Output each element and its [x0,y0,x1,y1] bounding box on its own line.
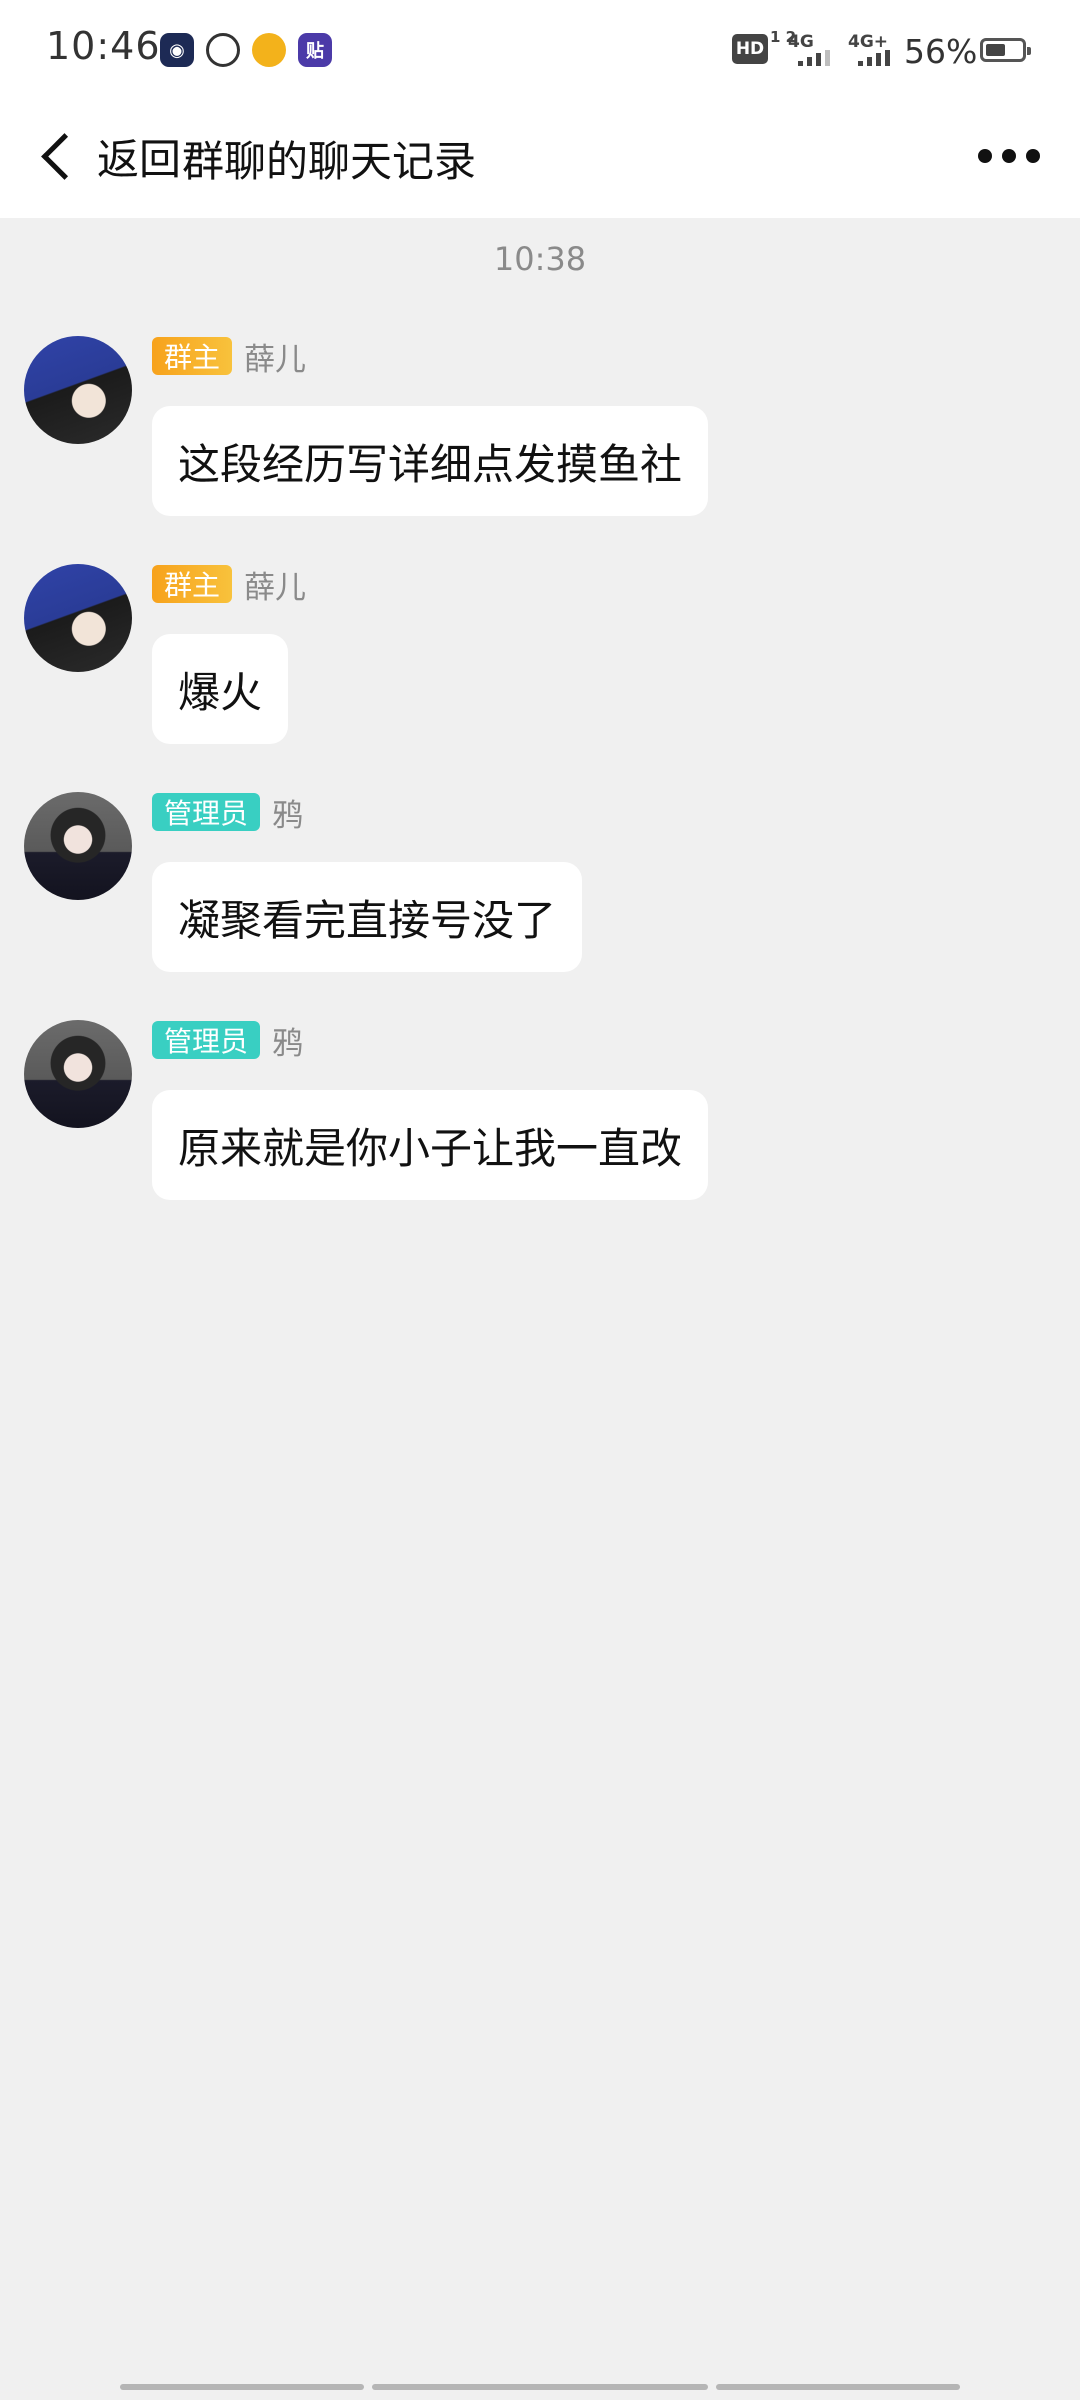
more-options-button[interactable] [978,136,1040,176]
avatar[interactable] [24,1020,132,1128]
owner-badge: 群主 [152,337,233,375]
tieba-notification-icon: 贴 [298,33,332,67]
chat-history-header: 返回 群聊的聊天记录 [0,100,1080,218]
time-divider: 10:38 [493,240,587,278]
app-notification-icon: ◉ [160,33,194,67]
sender-name[interactable]: 鸦 [272,790,303,835]
message-bubble[interactable]: 原来就是你小子让我一直改 [152,1090,709,1200]
admin-badge: 管理员 [152,793,261,831]
message-meta: 管理员 鸦 [152,1018,303,1063]
avatar[interactable] [24,792,132,900]
message-meta: 群主 薛儿 [152,562,306,607]
sender-name[interactable]: 薛儿 [244,334,306,379]
network-type-1: 4G [788,32,814,52]
network-type-2: 4G+ [848,32,889,52]
chevron-left-icon [41,132,88,180]
dog-notification-icon [252,33,286,67]
sender-name[interactable]: 鸦 [272,1018,303,1063]
hd-voice-icon: HD [732,34,768,64]
back-button[interactable]: 返回 [36,124,181,188]
message-bubble[interactable]: 爆火 [152,634,289,744]
status-bar: 10:46 ◉ 贴 HD 1 2 4G 4G+ 56% [0,0,1080,100]
status-time: 10:46 [46,24,161,68]
message-bubble[interactable]: 凝聚看完直接号没了 [152,862,583,972]
admin-badge: 管理员 [152,1021,261,1059]
page-title: 群聊的聊天记录 [182,137,477,186]
message-meta: 管理员 鸦 [152,790,303,835]
battery-icon [980,38,1031,62]
battery-fill [986,44,1005,56]
message-bubble[interactable]: 这段经历写详细点发摸鱼社 [152,406,709,516]
battery-percent: 56% [904,32,978,71]
navigation-handle[interactable] [0,2384,1080,2394]
cat-notification-icon [206,33,240,67]
owner-badge: 群主 [152,565,233,603]
avatar[interactable] [24,564,132,672]
more-dots-icon [978,149,992,163]
message-meta: 群主 薛儿 [152,334,306,379]
avatar[interactable] [24,336,132,444]
back-label: 返回 [97,134,182,184]
sender-name[interactable]: 薛儿 [244,562,306,607]
